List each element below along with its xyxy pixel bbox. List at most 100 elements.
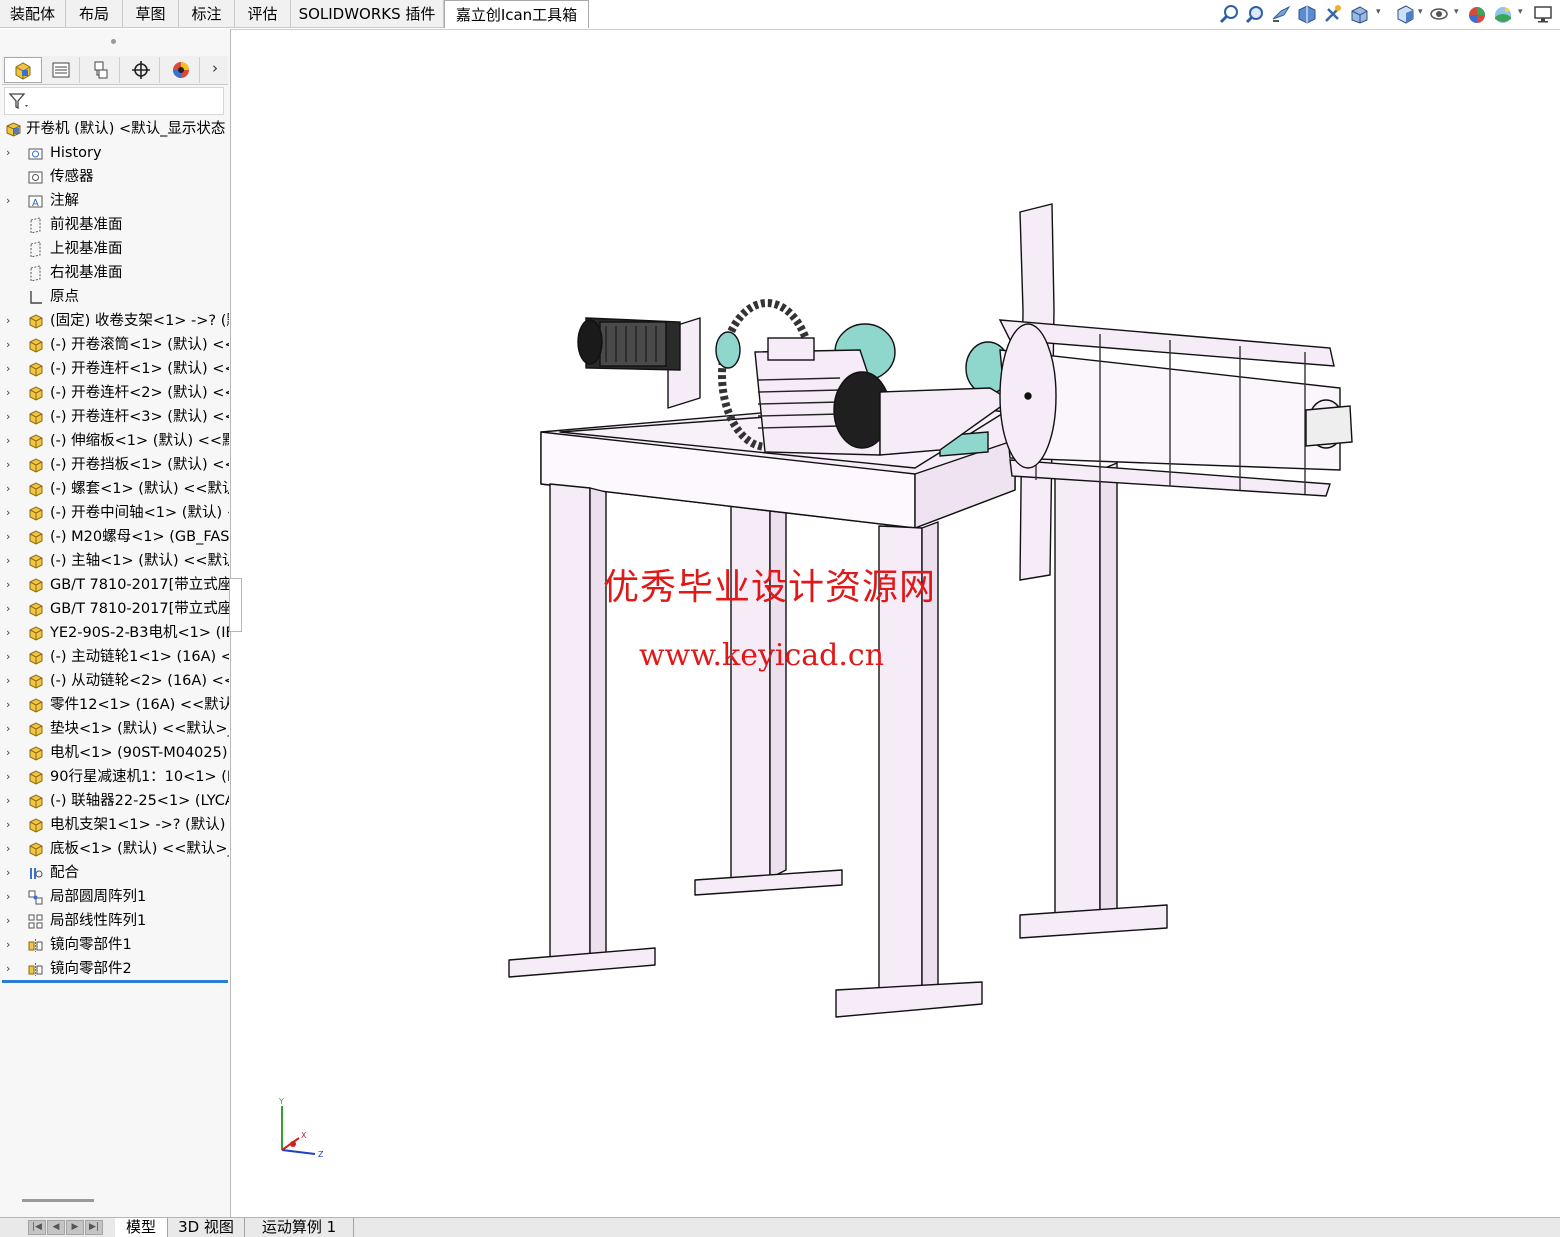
tree-item[interactable]: › 配合: [0, 861, 229, 885]
tree-item[interactable]: › YE2-90S-2-B3电机<1> (IE: [0, 621, 229, 645]
tree-item[interactable]: 原点: [0, 285, 229, 309]
expand-arrow-icon[interactable]: ›: [6, 477, 16, 501]
expand-arrow-icon[interactable]: ›: [6, 189, 16, 213]
expand-arrow-icon[interactable]: ›: [6, 141, 16, 165]
tree-item[interactable]: 上视基准面: [0, 237, 229, 261]
tab-sketch[interactable]: 草图: [123, 0, 179, 28]
filter-icon[interactable]: [8, 92, 30, 112]
tree-item[interactable]: › 垫块<1> (默认) <<默认>_: [0, 717, 229, 741]
tree-item[interactable]: › 底板<1> (默认) <<默认>_: [0, 837, 229, 861]
view-orientation-icon[interactable]: [1348, 3, 1370, 25]
feature-manager-tab[interactable]: [4, 57, 42, 83]
tab-solidworks-addins[interactable]: SOLIDWORKS 插件: [291, 0, 444, 28]
tree-item[interactable]: › (-) 主动链轮1<1> (16A) <: [0, 645, 229, 669]
expand-arrow-icon[interactable]: ›: [6, 741, 16, 765]
expand-arrow-icon[interactable]: ›: [6, 597, 16, 621]
tree-item[interactable]: 传感器: [0, 165, 229, 189]
tree-item[interactable]: › (-) 主轴<1> (默认) <<默认: [0, 549, 229, 573]
expand-arrow-icon[interactable]: ›: [6, 957, 16, 981]
tree-item[interactable]: 右视基准面: [0, 261, 229, 285]
property-manager-tab[interactable]: [42, 57, 80, 83]
more-tabs-chevron-icon[interactable]: ›: [212, 59, 218, 77]
first-tab-nav-icon[interactable]: |◀: [28, 1220, 46, 1235]
graphics-area[interactable]: 优秀毕业设计资源网 www.keyicad.cn Y X Z: [231, 30, 1560, 1217]
tree-item[interactable]: › (-) 开卷滚筒<1> (默认) <<: [0, 333, 229, 357]
tree-item[interactable]: › (-) 开卷连杆<1> (默认) <<: [0, 357, 229, 381]
tree-item[interactable]: › 镜向零部件1: [0, 933, 229, 957]
expand-arrow-icon[interactable]: ›: [6, 909, 16, 933]
tree-item[interactable]: › (-) 从动链轮<2> (16A) <<: [0, 669, 229, 693]
tab-markup[interactable]: 标注: [179, 0, 235, 28]
expand-arrow-icon[interactable]: ›: [6, 357, 16, 381]
tab-assembly[interactable]: 装配体: [0, 0, 66, 28]
dimxpert-tab[interactable]: [122, 57, 160, 83]
dropdown-arrow-icon[interactable]: ▾: [1376, 7, 1381, 17]
tree-item[interactable]: › 电机支架1<1> ->? (默认): [0, 813, 229, 837]
display-manager-tab[interactable]: [162, 57, 200, 83]
last-tab-nav-icon[interactable]: ▶|: [85, 1220, 103, 1235]
tab-layout[interactable]: 布局: [66, 0, 123, 28]
expand-arrow-icon[interactable]: ›: [6, 861, 16, 885]
expand-arrow-icon[interactable]: ›: [6, 837, 16, 861]
next-tab-nav-icon[interactable]: ▶: [66, 1220, 84, 1235]
section-view-icon[interactable]: [1296, 3, 1318, 25]
tree-item[interactable]: › (-) M20螺母<1> (GB_FAS: [0, 525, 229, 549]
tree-item[interactable]: › (-) 螺套<1> (默认) <<默认: [0, 477, 229, 501]
expand-arrow-icon[interactable]: ›: [6, 789, 16, 813]
tree-item[interactable]: › (-) 开卷连杆<2> (默认) <<: [0, 381, 229, 405]
panel-grip[interactable]: [111, 39, 116, 44]
tree-item[interactable]: › GB/T 7810-2017[带立式座: [0, 597, 229, 621]
expand-arrow-icon[interactable]: ›: [6, 573, 16, 597]
horizontal-scrollbar[interactable]: [22, 1199, 94, 1202]
tree-item[interactable]: › GB/T 7810-2017[带立式座: [0, 573, 229, 597]
expand-arrow-icon[interactable]: ›: [6, 333, 16, 357]
expand-arrow-icon[interactable]: ›: [6, 813, 16, 837]
previous-view-icon[interactable]: [1270, 3, 1292, 25]
zoom-to-fit-icon[interactable]: [1218, 3, 1240, 25]
dynamic-annotation-icon[interactable]: [1322, 3, 1344, 25]
tree-item[interactable]: › 电机<1> (90ST-M04025): [0, 741, 229, 765]
tree-item[interactable]: › (-) 开卷连杆<3> (默认) <<: [0, 405, 229, 429]
tree-item[interactable]: › (-) 伸缩板<1> (默认) <<默: [0, 429, 229, 453]
expand-arrow-icon[interactable]: ›: [6, 621, 16, 645]
uncoiler-model[interactable]: [231, 30, 1560, 1217]
zoom-area-icon[interactable]: [1244, 3, 1266, 25]
tree-item[interactable]: › History: [0, 141, 229, 165]
tree-item[interactable]: › (-) 开卷中间轴<1> (默认) <: [0, 501, 229, 525]
tree-item[interactable]: › 局部圆周阵列1: [0, 885, 229, 909]
tree-root-assembly[interactable]: 开卷机 (默认) <默认_显示状态: [0, 117, 229, 141]
expand-arrow-icon[interactable]: ›: [6, 669, 16, 693]
expand-arrow-icon[interactable]: ›: [6, 501, 16, 525]
prev-tab-nav-icon[interactable]: ◀: [47, 1220, 65, 1235]
expand-arrow-icon[interactable]: ›: [6, 717, 16, 741]
dropdown-arrow-icon[interactable]: ▾: [1454, 7, 1459, 17]
tab-ican-toolbox[interactable]: 嘉立创Ican工具箱: [444, 0, 589, 28]
tree-item[interactable]: › 镜向零部件2: [0, 957, 229, 981]
expand-arrow-icon[interactable]: ›: [6, 381, 16, 405]
expand-arrow-icon[interactable]: ›: [6, 525, 16, 549]
expand-arrow-icon[interactable]: ›: [6, 549, 16, 573]
tree-item[interactable]: › (-) 开卷挡板<1> (默认) <<: [0, 453, 229, 477]
dropdown-arrow-icon[interactable]: ▾: [1418, 7, 1423, 17]
tab-evaluate[interactable]: 评估: [235, 0, 291, 28]
expand-arrow-icon[interactable]: ›: [6, 405, 16, 429]
hide-show-icon[interactable]: [1428, 3, 1450, 25]
tree-item[interactable]: › (固定) 收卷支架<1> ->? (默: [0, 309, 229, 333]
dropdown-arrow-icon[interactable]: ▾: [1518, 7, 1523, 17]
expand-arrow-icon[interactable]: ›: [6, 693, 16, 717]
tree-item[interactable]: › 局部线性阵列1: [0, 909, 229, 933]
tab-model[interactable]: 模型: [115, 1218, 168, 1237]
scene-icon[interactable]: [1492, 3, 1514, 25]
expand-arrow-icon[interactable]: ›: [6, 453, 16, 477]
tree-item[interactable]: › (-) 联轴器22-25<1> (LYCA: [0, 789, 229, 813]
appearance-icon[interactable]: [1466, 3, 1488, 25]
expand-arrow-icon[interactable]: ›: [6, 645, 16, 669]
expand-arrow-icon[interactable]: ›: [6, 885, 16, 909]
tab-3d-view[interactable]: 3D 视图: [168, 1218, 245, 1237]
expand-arrow-icon[interactable]: ›: [6, 933, 16, 957]
expand-arrow-icon[interactable]: ›: [6, 765, 16, 789]
configuration-manager-tab[interactable]: [82, 57, 120, 83]
tree-item[interactable]: › 90行星减速机1：10<1> (I: [0, 765, 229, 789]
tree-item[interactable]: › A 注解: [0, 189, 229, 213]
display-style-icon[interactable]: [1394, 3, 1416, 25]
